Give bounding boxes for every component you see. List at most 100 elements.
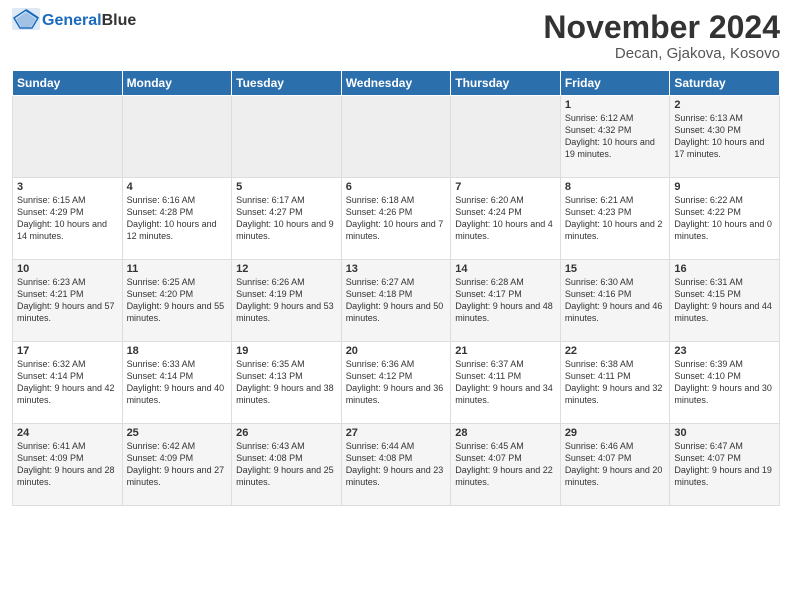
day-number: 14 — [455, 263, 556, 275]
calendar-cell: 30Sunrise: 6:47 AMSunset: 4:07 PMDayligh… — [670, 423, 780, 505]
cell-text-line: Daylight: 10 hours and 14 minutes. — [17, 218, 118, 242]
cell-text-line: Daylight: 9 hours and 46 minutes. — [565, 300, 666, 324]
calendar-cell: 1Sunrise: 6:12 AMSunset: 4:32 PMDaylight… — [560, 95, 670, 177]
cell-text-line: Sunset: 4:11 PM — [455, 370, 556, 382]
cell-text-line: Sunset: 4:10 PM — [674, 370, 775, 382]
cell-text-line: Sunrise: 6:39 AM — [674, 358, 775, 370]
cell-text-line: Sunset: 4:12 PM — [346, 370, 447, 382]
cell-text-line: Sunset: 4:30 PM — [674, 124, 775, 136]
calendar-cell: 23Sunrise: 6:39 AMSunset: 4:10 PMDayligh… — [670, 341, 780, 423]
calendar-cell: 20Sunrise: 6:36 AMSunset: 4:12 PMDayligh… — [341, 341, 451, 423]
cell-text-line: Daylight: 9 hours and 30 minutes. — [674, 382, 775, 406]
cell-text-line: Sunrise: 6:22 AM — [674, 194, 775, 206]
day-number: 2 — [674, 99, 775, 111]
cell-text-line: Sunset: 4:22 PM — [674, 206, 775, 218]
calendar-week: 24Sunrise: 6:41 AMSunset: 4:09 PMDayligh… — [13, 423, 780, 505]
location: Decan, Gjakova, Kosovo — [543, 45, 780, 62]
cell-text-line: Sunrise: 6:45 AM — [455, 440, 556, 452]
day-number: 11 — [127, 263, 228, 275]
calendar-cell: 11Sunrise: 6:25 AMSunset: 4:20 PMDayligh… — [122, 259, 232, 341]
cell-text-line: Sunset: 4:18 PM — [346, 288, 447, 300]
cell-text-line: Sunrise: 6:26 AM — [236, 276, 337, 288]
weekday-header: Saturday — [670, 70, 780, 95]
weekday-header: Sunday — [13, 70, 123, 95]
cell-text-line: Sunrise: 6:12 AM — [565, 112, 666, 124]
cell-text-line: Sunset: 4:27 PM — [236, 206, 337, 218]
cell-text-line: Daylight: 9 hours and 32 minutes. — [565, 382, 666, 406]
cell-text-line: Sunrise: 6:41 AM — [17, 440, 118, 452]
cell-text-line: Daylight: 9 hours and 27 minutes. — [127, 464, 228, 488]
calendar-cell: 14Sunrise: 6:28 AMSunset: 4:17 PMDayligh… — [451, 259, 561, 341]
cell-text-line: Sunset: 4:32 PM — [565, 124, 666, 136]
cell-text-line: Sunrise: 6:23 AM — [17, 276, 118, 288]
calendar-cell — [13, 95, 123, 177]
calendar-cell: 25Sunrise: 6:42 AMSunset: 4:09 PMDayligh… — [122, 423, 232, 505]
cell-text-line: Daylight: 9 hours and 34 minutes. — [455, 382, 556, 406]
calendar-cell: 18Sunrise: 6:33 AMSunset: 4:14 PMDayligh… — [122, 341, 232, 423]
day-number: 12 — [236, 263, 337, 275]
cell-text-line: Sunrise: 6:43 AM — [236, 440, 337, 452]
cell-text-line: Daylight: 10 hours and 12 minutes. — [127, 218, 228, 242]
day-number: 4 — [127, 181, 228, 193]
cell-text-line: Daylight: 9 hours and 53 minutes. — [236, 300, 337, 324]
cell-text-line: Sunset: 4:24 PM — [455, 206, 556, 218]
day-number: 26 — [236, 427, 337, 439]
day-number: 20 — [346, 345, 447, 357]
day-number: 17 — [17, 345, 118, 357]
cell-text-line: Daylight: 9 hours and 57 minutes. — [17, 300, 118, 324]
cell-text-line: Sunset: 4:08 PM — [236, 452, 337, 464]
calendar-cell: 27Sunrise: 6:44 AMSunset: 4:08 PMDayligh… — [341, 423, 451, 505]
cell-text-line: Sunset: 4:14 PM — [127, 370, 228, 382]
calendar-cell: 26Sunrise: 6:43 AMSunset: 4:08 PMDayligh… — [232, 423, 342, 505]
weekday-header: Tuesday — [232, 70, 342, 95]
calendar-cell: 22Sunrise: 6:38 AMSunset: 4:11 PMDayligh… — [560, 341, 670, 423]
cell-text-line: Sunset: 4:09 PM — [127, 452, 228, 464]
cell-text-line: Sunset: 4:16 PM — [565, 288, 666, 300]
cell-text-line: Daylight: 10 hours and 4 minutes. — [455, 218, 556, 242]
cell-text-line: Sunset: 4:07 PM — [565, 452, 666, 464]
calendar-cell: 19Sunrise: 6:35 AMSunset: 4:13 PMDayligh… — [232, 341, 342, 423]
calendar-cell: 17Sunrise: 6:32 AMSunset: 4:14 PMDayligh… — [13, 341, 123, 423]
cell-text-line: Daylight: 10 hours and 19 minutes. — [565, 136, 666, 160]
cell-text-line: Daylight: 10 hours and 2 minutes. — [565, 218, 666, 242]
day-number: 28 — [455, 427, 556, 439]
cell-text-line: Daylight: 9 hours and 48 minutes. — [455, 300, 556, 324]
calendar-cell: 28Sunrise: 6:45 AMSunset: 4:07 PMDayligh… — [451, 423, 561, 505]
cell-text-line: Sunset: 4:17 PM — [455, 288, 556, 300]
cell-text-line: Sunset: 4:21 PM — [17, 288, 118, 300]
logo-icon — [12, 8, 40, 30]
cell-text-line: Sunrise: 6:13 AM — [674, 112, 775, 124]
calendar-cell: 16Sunrise: 6:31 AMSunset: 4:15 PMDayligh… — [670, 259, 780, 341]
calendar-cell: 6Sunrise: 6:18 AMSunset: 4:26 PMDaylight… — [341, 177, 451, 259]
weekday-header: Wednesday — [341, 70, 451, 95]
cell-text-line: Daylight: 9 hours and 28 minutes. — [17, 464, 118, 488]
cell-text-line: Daylight: 9 hours and 19 minutes. — [674, 464, 775, 488]
cell-text-line: Sunrise: 6:31 AM — [674, 276, 775, 288]
calendar-cell — [341, 95, 451, 177]
day-number: 19 — [236, 345, 337, 357]
day-number: 18 — [127, 345, 228, 357]
cell-text-line: Sunrise: 6:38 AM — [565, 358, 666, 370]
calendar-cell: 9Sunrise: 6:22 AMSunset: 4:22 PMDaylight… — [670, 177, 780, 259]
cell-text-line: Sunset: 4:07 PM — [455, 452, 556, 464]
cell-text-line: Daylight: 10 hours and 7 minutes. — [346, 218, 447, 242]
cell-text-line: Sunrise: 6:20 AM — [455, 194, 556, 206]
day-number: 10 — [17, 263, 118, 275]
cell-text-line: Sunset: 4:15 PM — [674, 288, 775, 300]
cell-text-line: Sunrise: 6:35 AM — [236, 358, 337, 370]
cell-text-line: Sunrise: 6:37 AM — [455, 358, 556, 370]
cell-text-line: Sunrise: 6:25 AM — [127, 276, 228, 288]
cell-text-line: Daylight: 9 hours and 44 minutes. — [674, 300, 775, 324]
calendar-cell: 10Sunrise: 6:23 AMSunset: 4:21 PMDayligh… — [13, 259, 123, 341]
calendar-cell: 8Sunrise: 6:21 AMSunset: 4:23 PMDaylight… — [560, 177, 670, 259]
cell-text-line: Daylight: 9 hours and 36 minutes. — [346, 382, 447, 406]
weekday-header: Thursday — [451, 70, 561, 95]
calendar-week: 3Sunrise: 6:15 AMSunset: 4:29 PMDaylight… — [13, 177, 780, 259]
month-title: November 2024 — [543, 10, 780, 45]
weekday-header: Monday — [122, 70, 232, 95]
cell-text-line: Daylight: 10 hours and 0 minutes. — [674, 218, 775, 242]
calendar-cell: 13Sunrise: 6:27 AMSunset: 4:18 PMDayligh… — [341, 259, 451, 341]
cell-text-line: Sunrise: 6:27 AM — [346, 276, 447, 288]
logo-text: GeneralBlue — [42, 12, 136, 30]
cell-text-line: Daylight: 9 hours and 55 minutes. — [127, 300, 228, 324]
